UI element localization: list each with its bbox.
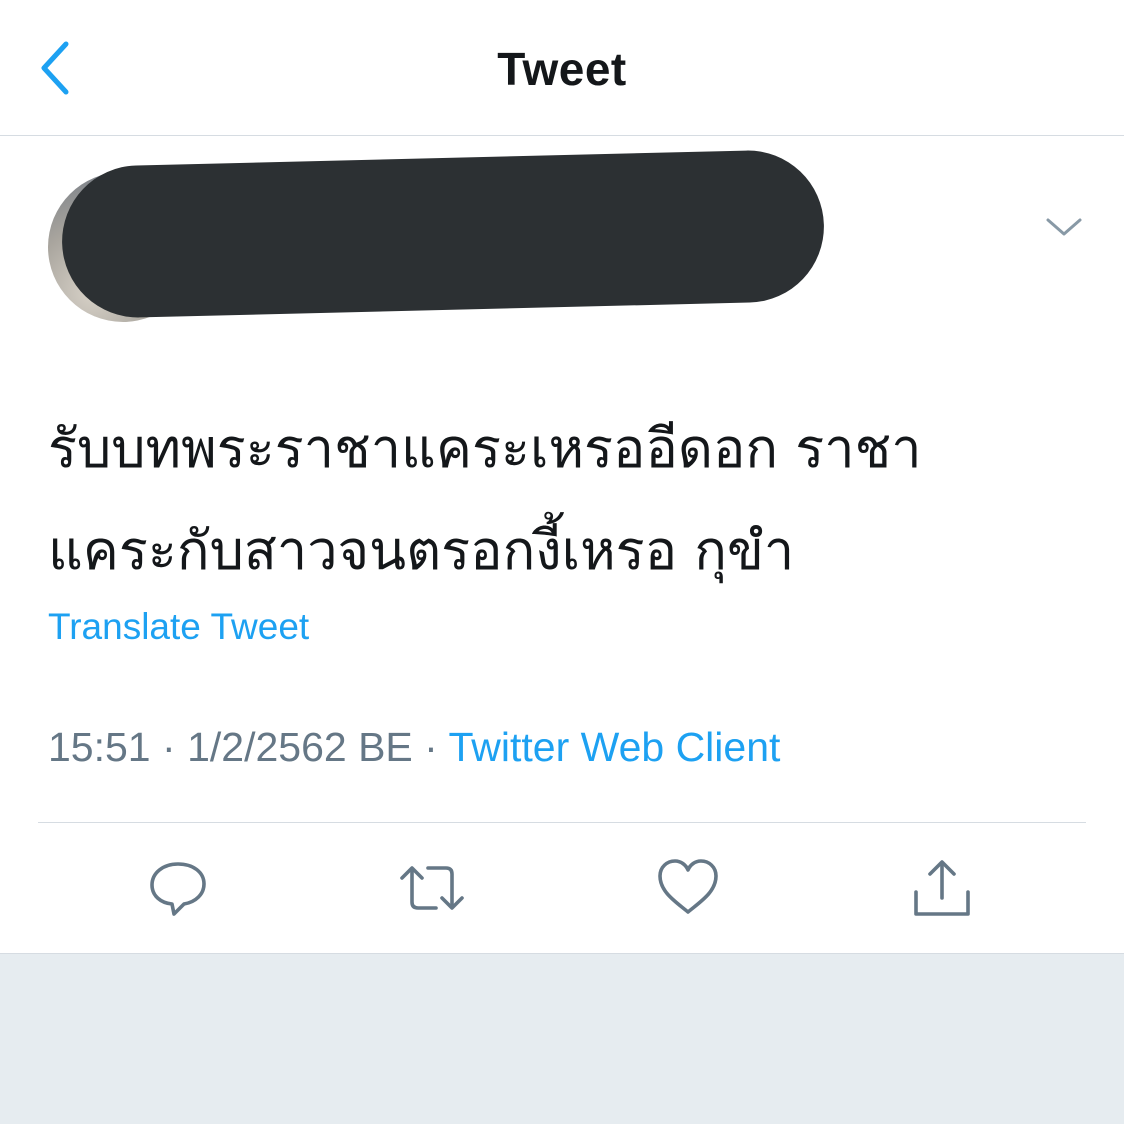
share-icon [914,860,970,916]
retweet-icon [400,866,464,910]
meta-separator: · [162,724,176,770]
like-button[interactable] [656,856,720,920]
heart-icon [658,859,718,914]
reply-icon [150,862,206,916]
redacted-author-name [60,148,826,320]
divider [38,822,1086,823]
footer-background [0,953,1124,1124]
nav-header: Tweet [0,0,1124,136]
tweet-source-link[interactable]: Twitter Web Client [448,724,780,770]
tweet-date: 1/2/2562 BE [187,724,413,770]
tweet-detail-screen: Tweet รับบทพระราชาแคระเหรออีดอก ราชา แคร… [0,0,1124,1124]
page-title: Tweet [497,43,627,95]
tweet-text-line: รับบทพระราชาแคระเหรออีดอก ราชา [48,417,922,480]
tweet-text-line: แคระกับสาวจนตรอกงี้เหรอ กุขำ [48,519,795,582]
share-button[interactable] [910,856,974,920]
translate-tweet-link[interactable]: Translate Tweet [48,606,309,648]
tweet-time: 15:51 [48,724,151,770]
retweet-button[interactable] [400,856,464,920]
meta-separator: · [424,724,438,770]
tweet-text: รับบทพระราชาแคระเหรออีดอก ราชา แคระกับสา… [48,398,1048,602]
chevron-down-icon[interactable] [1044,212,1084,242]
tweet-meta: 15:51 · 1/2/2562 BE · Twitter Web Client [48,724,780,771]
reply-button[interactable] [146,856,210,920]
